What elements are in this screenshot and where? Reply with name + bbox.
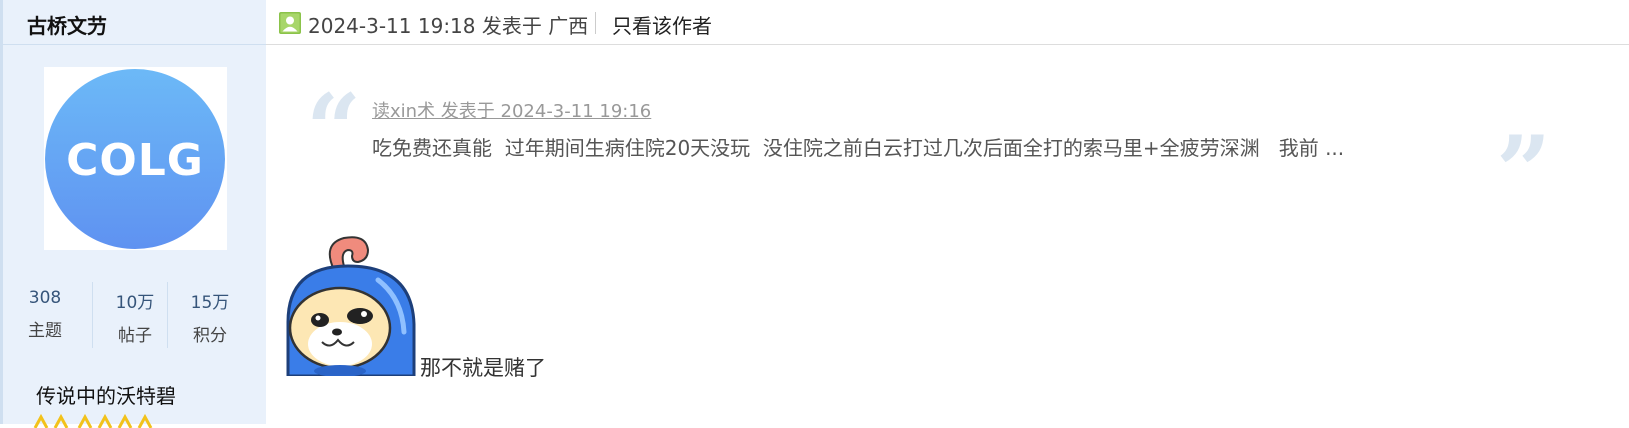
header-divider	[595, 12, 596, 34]
stat-posts-value: 10万	[115, 293, 155, 313]
author-stats: 308 主题 10万 帖子 15万 积分	[3, 282, 266, 352]
user-online-icon	[279, 12, 301, 34]
quote-open-icon: “	[306, 73, 362, 186]
rank-star-icon	[33, 414, 153, 428]
avatar-logo-text: COLG	[66, 135, 204, 186]
stat-posts[interactable]: 10万 帖子	[92, 282, 177, 348]
only-author-link[interactable]: 只看该作者	[612, 10, 712, 39]
shiba-hood-sticker	[286, 236, 416, 376]
stat-credits[interactable]: 15万 积分	[167, 282, 252, 348]
post-header: 2024-3-11 19:18 发表于 广西 只看该作者	[266, 0, 1629, 45]
quote-source-link[interactable]: 读xin术 发表于 2024-3-11 19:16	[372, 97, 651, 123]
colg-logo-icon: COLG	[66, 135, 204, 186]
quote-text: 吃免费还真能 过年期间生病住院20天没玩 没住院之前白云打过几次后面全打的索马里…	[372, 136, 1345, 160]
stat-credits-value: 15万	[190, 293, 230, 313]
avatar-circle: COLG	[45, 69, 225, 249]
quote-close-icon: ”	[1496, 115, 1552, 228]
user-rank-title: 传说中的沃特碧	[36, 384, 176, 408]
stat-threads-value: 308	[28, 288, 62, 308]
stat-threads[interactable]: 308 主题	[3, 282, 87, 348]
stat-threads-label: 主题	[28, 321, 62, 341]
username-row: 古桥文芀	[3, 0, 266, 45]
post-timestamp: 2024-3-11 19:18 发表于 广西	[308, 14, 589, 38]
author-sidebar: 古桥文芀 COLG 308 主题 10万 帖子 15万 积分 传说中的沃特碧	[0, 0, 266, 428]
avatar[interactable]: COLG	[44, 67, 227, 250]
stat-posts-label: 帖子	[118, 326, 152, 346]
post-body-text: 那不就是赌了	[420, 356, 546, 380]
stat-credits-label: 积分	[193, 326, 227, 346]
author-username[interactable]: 古桥文芀	[27, 10, 107, 39]
